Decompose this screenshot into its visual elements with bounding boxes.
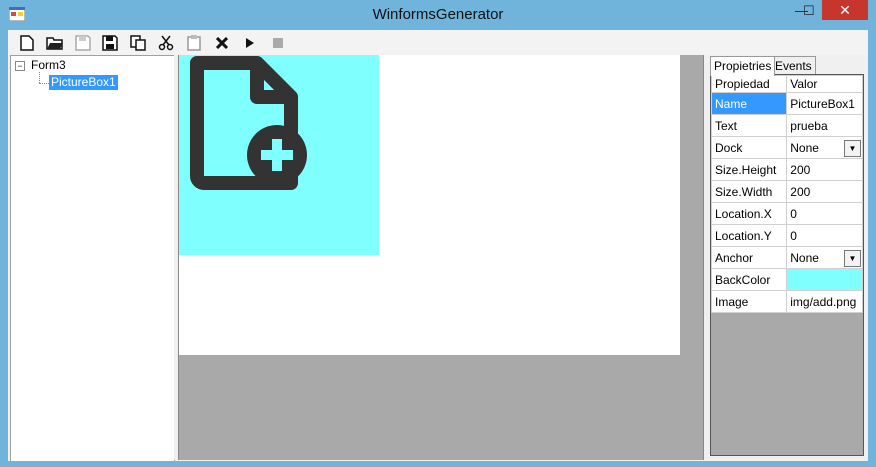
property-value[interactable]: PictureBox1 [786, 92, 863, 115]
property-row[interactable]: Anchor None ▼ [710, 246, 863, 269]
title-bar[interactable]: WinformsGenerator — ☐ ✕ [0, 0, 876, 30]
picturebox1[interactable] [179, 55, 379, 255]
property-row[interactable]: Location.Y 0 [710, 224, 863, 247]
property-key: Name [710, 92, 788, 115]
property-value[interactable]: 0 [786, 202, 863, 225]
delete-button[interactable] [212, 33, 232, 53]
property-row[interactable]: Size.Width 200 [710, 180, 863, 203]
tree-collapse-toggle[interactable]: − [15, 61, 25, 71]
tree-node-form3[interactable]: Form3 [31, 58, 66, 72]
save-button[interactable] [73, 33, 93, 53]
close-button[interactable]: ✕ [822, 0, 868, 20]
save-icon [75, 35, 91, 51]
run-button[interactable] [240, 33, 260, 53]
save-as-button[interactable] [100, 33, 120, 53]
property-value[interactable]: 0 [786, 224, 863, 247]
designer-scrollbar[interactable] [683, 55, 703, 460]
property-key: Size.Width [710, 180, 788, 203]
property-grid-header: Propiedad Valor [710, 75, 863, 93]
property-key: Anchor [710, 246, 788, 269]
paste-button[interactable] [184, 33, 204, 53]
tab-events[interactable]: Events [771, 56, 816, 75]
property-key: Size.Height [710, 158, 788, 181]
properties-tab-page: Propiedad Valor Name PictureBox1 Text pr… [710, 74, 864, 456]
copy-icon [130, 35, 146, 51]
property-row[interactable]: Size.Height 200 [710, 158, 863, 181]
dropdown-value: None [790, 140, 819, 155]
new-icon [20, 35, 34, 51]
property-value[interactable]: 200 [786, 158, 863, 181]
maximize-icon: ☐ [803, 3, 815, 18]
property-value-dropdown[interactable]: None ▼ [786, 136, 863, 159]
tree-connector [39, 83, 49, 84]
client-area: − Form3 PictureBox1 Propietries Events P… [8, 30, 868, 462]
tree-connector [39, 72, 40, 83]
tab-properties[interactable]: Propietries [710, 56, 776, 76]
designer-canvas[interactable] [178, 55, 704, 460]
property-key: Image [710, 290, 788, 313]
stop-button[interactable] [268, 33, 288, 53]
property-key: BackColor [710, 268, 788, 291]
properties-panel: Propietries Events Propiedad Valor Name … [708, 55, 866, 460]
dropdown-arrow-icon[interactable]: ▼ [844, 250, 861, 267]
property-row[interactable]: BackColor [710, 268, 863, 291]
dropdown-value: None [790, 250, 819, 265]
window-title: WinformsGenerator [372, 6, 504, 23]
column-header-value: Valor [786, 75, 863, 93]
delete-icon [216, 37, 228, 49]
app-window: WinformsGenerator — ☐ ✕ − Form3 PictureB… [0, 0, 876, 467]
save-as-icon [102, 35, 118, 51]
copy-button[interactable] [128, 33, 148, 53]
property-row[interactable]: Name PictureBox1 [710, 92, 863, 115]
property-row[interactable]: Image img/add.png [710, 290, 863, 313]
property-row[interactable]: Location.X 0 [710, 202, 863, 225]
backcolor-swatch[interactable] [786, 268, 863, 291]
property-grid: Propiedad Valor Name PictureBox1 Text pr… [710, 75, 863, 313]
property-key: Text [710, 114, 788, 137]
column-header-property: Propiedad [710, 75, 788, 93]
toolbar [8, 30, 868, 55]
open-icon [46, 37, 63, 50]
stop-icon [273, 38, 283, 48]
property-row[interactable]: Dock None ▼ [710, 136, 863, 159]
property-value[interactable]: prueba [786, 114, 863, 137]
open-button[interactable] [45, 33, 65, 53]
property-key: Location.X [710, 202, 788, 225]
maximize-button[interactable]: ☐ [795, 0, 823, 20]
dropdown-arrow-icon[interactable]: ▼ [844, 140, 861, 157]
window-bottom-border [0, 461, 876, 467]
add-file-icon [190, 56, 307, 190]
control-tree[interactable]: − Form3 PictureBox1 [10, 55, 175, 462]
cut-button[interactable] [156, 33, 176, 53]
property-row[interactable]: Text prueba [710, 114, 863, 137]
property-value[interactable]: img/add.png [786, 290, 863, 313]
property-value[interactable]: 200 [786, 180, 863, 203]
paste-icon [187, 35, 201, 51]
new-button[interactable] [17, 33, 37, 53]
property-value-dropdown[interactable]: None ▼ [786, 246, 863, 269]
property-key: Dock [710, 136, 788, 159]
close-icon: ✕ [839, 2, 851, 18]
cut-icon [158, 35, 174, 51]
property-key: Location.Y [710, 224, 788, 247]
run-icon [246, 38, 254, 48]
tree-node-picturebox1[interactable]: PictureBox1 [49, 75, 118, 90]
form-surface[interactable] [179, 55, 680, 355]
